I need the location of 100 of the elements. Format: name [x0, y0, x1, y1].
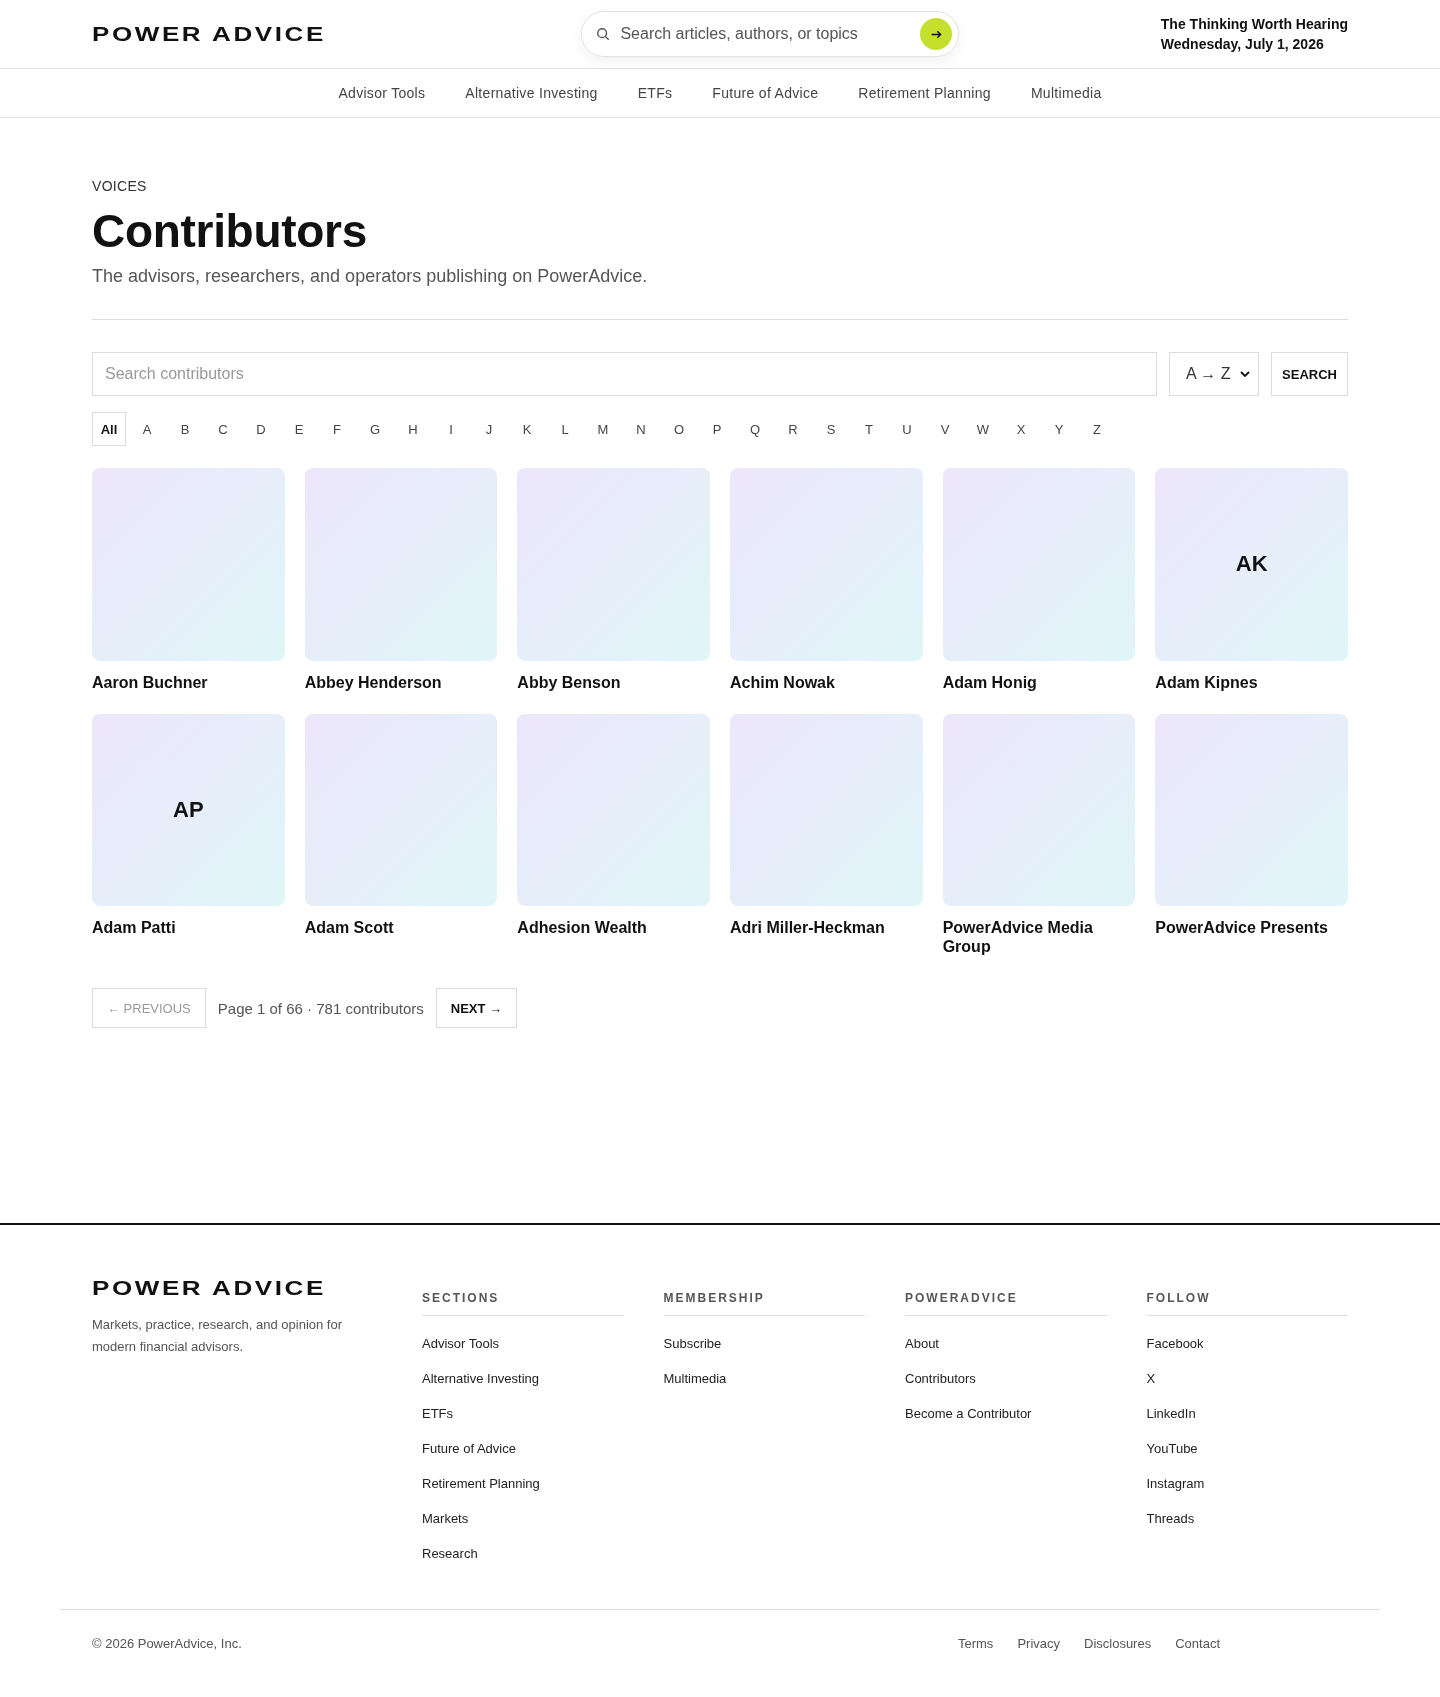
avatar-placeholder[interactable] — [517, 713, 710, 907]
search-icon — [596, 27, 611, 41]
letter-filter[interactable]: R — [776, 412, 810, 446]
footer-link[interactable]: YouTube — [1146, 1441, 1198, 1456]
nav-link[interactable]: Alternative Investing — [465, 85, 598, 101]
footer-link[interactable]: Advisor Tools — [422, 1336, 500, 1351]
avatar-placeholder[interactable] — [304, 713, 498, 907]
footer-link[interactable]: ETFs — [422, 1406, 454, 1421]
contributor-name[interactable]: Abbey Henderson — [304, 672, 498, 692]
contributor-name[interactable]: Abby Benson — [517, 672, 710, 692]
nav-link[interactable]: Future of Advice — [712, 85, 819, 101]
contributor-name[interactable]: Adam Honig — [942, 672, 1136, 692]
column-heading: FOLLOW — [1146, 1277, 1348, 1316]
letter-filter[interactable]: Y — [1042, 412, 1076, 446]
avatar-placeholder[interactable] — [517, 468, 710, 661]
letter-filter[interactable]: V — [928, 412, 962, 446]
footer-link[interactable]: Instagram — [1146, 1476, 1205, 1491]
avatar-initials: AP — [173, 797, 204, 823]
sort-dropdown[interactable]: A → Z — [1169, 352, 1259, 396]
nav-link[interactable]: ETFs — [637, 85, 673, 101]
copyright-text: © 2026 PowerAdvice, Inc. — [92, 1636, 242, 1651]
letter-filter[interactable]: U — [890, 412, 924, 446]
letter-filter[interactable]: S — [814, 412, 848, 446]
letter-filter[interactable]: H — [396, 412, 430, 446]
contributor-name[interactable]: Aaron Buchner — [92, 672, 285, 692]
nav-link[interactable]: Advisor Tools — [338, 85, 426, 101]
tagline: The Thinking Worth Hearing — [1160, 15, 1348, 34]
letter-filter[interactable]: I — [434, 412, 468, 446]
footer-link[interactable]: About — [905, 1336, 939, 1351]
avatar-initials: AK — [1235, 551, 1268, 578]
footer-link[interactable]: Facebook — [1146, 1336, 1204, 1351]
nav-link[interactable]: Retirement Planning — [858, 85, 991, 101]
letter-filter[interactable]: K — [510, 412, 544, 446]
letter-filter[interactable]: D — [244, 412, 278, 446]
avatar-placeholder[interactable] — [1155, 713, 1348, 907]
avatar-placeholder[interactable] — [92, 468, 285, 661]
avatar-placeholder[interactable] — [730, 713, 923, 907]
page-info: Page 1 of 66 · 781 contributors — [217, 999, 424, 1017]
letter-filter[interactable]: Q — [738, 412, 772, 446]
legal-link[interactable]: Privacy — [1017, 1636, 1060, 1651]
avatar-placeholder[interactable] — [942, 713, 1136, 907]
footer-link[interactable]: LinkedIn — [1146, 1406, 1196, 1421]
footer-logo[interactable]: POWER ADVICE — [92, 1277, 389, 1300]
avatar-placeholder[interactable]: AK — [1155, 468, 1348, 661]
letter-filter[interactable]: L — [548, 412, 582, 446]
contributor-name[interactable]: Adam Patti — [92, 918, 285, 938]
contributor-name[interactable]: PowerAdvice Media Group — [942, 918, 1136, 957]
letter-filter[interactable]: All — [92, 412, 126, 446]
search-field[interactable]: Search contributors — [92, 352, 1157, 396]
footer-link[interactable]: Subscribe — [663, 1336, 722, 1351]
letter-filter[interactable]: W — [966, 412, 1000, 446]
avatar-placeholder[interactable]: AP — [92, 713, 285, 907]
letter-filter[interactable]: X — [1004, 412, 1038, 446]
letter-filter[interactable]: M — [586, 412, 620, 446]
logo[interactable]: POWER ADVICE — [92, 22, 389, 46]
footer-link[interactable]: Become a Contributor — [905, 1406, 1032, 1421]
column-heading: SECTIONS — [422, 1277, 624, 1316]
footer-blurb: Markets, practice, research, and opinion for modern financial advisors. — [92, 1316, 343, 1356]
footer-link[interactable]: Contributors — [905, 1371, 976, 1386]
page-title: Contributors — [92, 204, 368, 258]
next-button[interactable]: NEXT → — [435, 988, 518, 1029]
column-heading: MEMBERSHIP — [663, 1277, 865, 1316]
letter-filter[interactable]: P — [700, 412, 734, 446]
legal-link[interactable]: Terms — [958, 1636, 994, 1651]
submit-button[interactable] — [920, 18, 953, 50]
contributor-name[interactable]: Achim Nowak — [730, 672, 923, 692]
footer-link[interactable]: X — [1146, 1371, 1156, 1386]
contributor-name[interactable]: Adri Miller-Heckman — [730, 918, 923, 938]
contributor-name[interactable]: Adam Kipnes — [1155, 672, 1348, 692]
letter-filter[interactable]: B — [168, 412, 202, 446]
letter-filter[interactable]: E — [282, 412, 316, 446]
letter-filter[interactable]: T — [852, 412, 886, 446]
footer-link[interactable]: Threads — [1146, 1511, 1195, 1526]
letter-filter[interactable]: O — [662, 412, 696, 446]
letter-filter[interactable]: C — [206, 412, 240, 446]
letter-filter[interactable]: F — [320, 412, 354, 446]
footer-link[interactable]: Multimedia — [663, 1371, 727, 1386]
letter-filter[interactable]: G — [358, 412, 392, 446]
footer-link[interactable]: Research — [422, 1546, 478, 1561]
letter-filter[interactable]: A — [130, 412, 164, 446]
letter-filter[interactable]: Z — [1080, 412, 1114, 446]
avatar-placeholder[interactable] — [730, 468, 923, 661]
footer-link[interactable]: Future of Advice — [422, 1441, 516, 1456]
page-subtitle: The advisors, researchers, and operators publishing on PowerAdvice. — [92, 266, 649, 287]
section-label: VOICES — [92, 178, 148, 194]
footer-link[interactable]: Retirement Planning — [422, 1476, 540, 1491]
caret-icon — [1240, 371, 1250, 377]
contributor-name[interactable]: Adhesion Wealth — [517, 918, 710, 938]
letter-filter[interactable]: J — [472, 412, 506, 446]
search-button[interactable]: SEARCH — [1271, 352, 1348, 396]
footer-link[interactable]: Alternative Investing — [422, 1371, 540, 1386]
avatar-placeholder[interactable] — [942, 468, 1136, 661]
nav-link[interactable]: Multimedia — [1030, 85, 1102, 101]
letter-filter[interactable]: N — [624, 412, 658, 446]
footer-link[interactable]: Markets — [422, 1511, 469, 1526]
contributor-name[interactable]: Adam Scott — [304, 918, 498, 938]
contributor-name[interactable]: PowerAdvice Presents — [1155, 918, 1348, 938]
avatar-placeholder[interactable] — [304, 468, 498, 661]
legal-link[interactable]: Disclosures — [1084, 1636, 1152, 1651]
legal-link[interactable]: Contact — [1175, 1636, 1220, 1651]
